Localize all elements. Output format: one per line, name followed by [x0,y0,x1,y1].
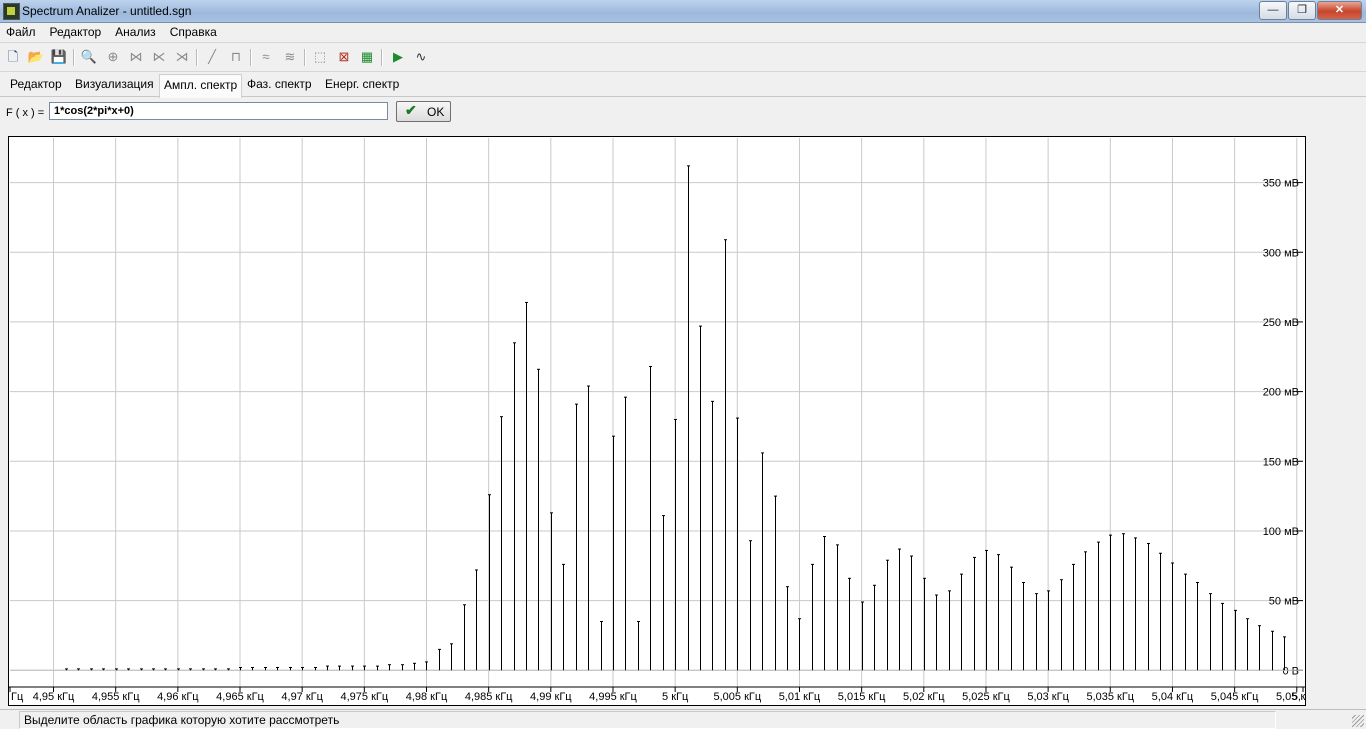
x-tick-label: 5,035 кГц [1086,691,1134,703]
zoom-icon[interactable]: 🔍 [80,48,98,66]
window-controls: — ❐ ✕ [1258,1,1362,20]
y-tick-label: 150 мВ [1263,456,1299,468]
x-tick-label: 4,99 кГц [530,691,572,703]
minimize-button[interactable]: — [1259,1,1287,20]
y-tick-label: 350 мВ [1263,178,1299,190]
x-tick-label: 5,025 кГц [962,691,1010,703]
chart-svg[interactable]: Гц 4,95 кГц 4,955 кГц 4,96 кГц 4,965 кГц 4,97… [8,136,1318,706]
marker-tool-3-icon[interactable]: ⋊ [173,48,191,66]
formula-bar: F ( x ) = ✔ OK [0,98,1366,128]
y-tick-label: 200 мВ [1263,387,1299,399]
ok-button[interactable]: ✔ OK [396,101,451,122]
tab-energy-spectrum[interactable]: Енерг. спектр [325,77,399,91]
resize-grip-icon[interactable] [1352,715,1364,727]
x-tick-label: 4,97 кГц [281,691,323,703]
window-title: Spectrum Analizer - untitled.sgn [22,4,192,18]
x-tick-label: 5,005 кГц [713,691,761,703]
x-tick-label: 5 кГц [662,691,689,703]
status-bar: Выделите область графика которую хотите … [0,709,1366,729]
zoom-area-icon[interactable]: ⬚ [311,48,329,66]
x-tick-label: 5, [1292,691,1301,703]
x-tick-label: 5,045 кГц [1211,691,1259,703]
x-tick-label: 4,985 кГц [465,691,513,703]
x-tick-label: 4,98 кГц [406,691,448,703]
x-tick-label: 4,965 кГц [216,691,264,703]
y-tick-label: 100 мВ [1263,526,1299,538]
line-tool-icon[interactable]: ╱ [203,48,221,66]
close-button[interactable]: ✕ [1317,1,1362,20]
title-bar: Spectrum Analizer - untitled.sgn — ❐ ✕ [0,0,1366,23]
y-tick-label: 50 мВ [1269,596,1299,608]
checkmark-icon: ✔ [405,102,417,118]
x-tick-label: 4,96 кГц [157,691,199,703]
tab-editor[interactable]: Редактор [10,77,62,91]
marker-tool-2-icon[interactable]: ⋉ [150,48,168,66]
zoom-reset-icon[interactable]: ⊠ [335,48,353,66]
menu-bar: Файл Редактор Анализ Справка [0,23,1366,43]
menu-analysis[interactable]: Анализ [108,23,163,39]
x-tick-label: 5,04 кГц [1152,691,1194,703]
x-tick-label: 5,01 кГц [779,691,821,703]
open-folder-icon[interactable]: 📂 [27,48,45,66]
x-tick-label: 5,02 кГц [903,691,945,703]
play-icon[interactable]: ▶ [389,48,407,66]
tab-visualization[interactable]: Визуализация [75,77,154,91]
ok-label: OK [427,105,445,119]
waveform-icon[interactable]: ∿ [412,48,430,66]
x-tick-label: 4,95 кГц [33,691,75,703]
menu-editor[interactable]: Редактор [43,23,109,39]
chart-export-icon[interactable]: ▦ [358,48,376,66]
tab-bar: Редактор Визуализация Ампл. спектр Фаз. … [0,72,1366,98]
amplitude-spectrum-chart[interactable]: Гц 4,95 кГц 4,955 кГц 4,96 кГц 4,965 кГц 4,97… [8,136,1318,706]
formula-label: F ( x ) = [6,107,45,119]
y-tick-label: 300 мВ [1263,247,1299,259]
tab-phase-spectrum[interactable]: Фаз. спектр [247,77,312,91]
filter-2-icon[interactable]: ≋ [281,48,299,66]
x-tick-label: 4,975 кГц [341,691,389,703]
app-icon [3,3,20,20]
curve-tool-icon[interactable]: ⊓ [227,48,245,66]
status-panel: Выделите область графика которую хотите … [19,711,1276,729]
maximize-button[interactable]: ❐ [1288,1,1316,20]
tab-amplitude-spectrum[interactable]: Ампл. спектр [159,74,243,98]
status-text: Выделите область графика которую хотите … [24,713,340,727]
x-tick-label: 5,015 кГц [838,691,886,703]
menu-help[interactable]: Справка [163,23,224,39]
x-tick-label: 4,995 кГц [589,691,637,703]
formula-input[interactable] [49,102,388,120]
y-tick-label: 250 мВ [1263,317,1299,329]
x-tick-label: 5,03 кГц [1027,691,1069,703]
filter-icon[interactable]: ≈ [257,48,275,66]
crosshair-icon[interactable]: ⊕ [104,48,122,66]
x-tick-label: Гц [11,691,24,703]
new-document-icon[interactable]: 🗋 [4,48,22,66]
menu-file[interactable]: Файл [0,23,43,39]
save-icon[interactable]: 💾 [50,48,68,66]
marker-tool-icon[interactable]: ⋈ [127,48,145,66]
x-tick-label: 4,955 кГц [92,691,140,703]
toolbar: 🗋 📂 💾 🔍 ⊕ ⋈ ⋉ ⋊ ╱ ⊓ ≈ ≋ ⬚ ⊠ ▦ ▶ ∿ [0,43,1366,72]
